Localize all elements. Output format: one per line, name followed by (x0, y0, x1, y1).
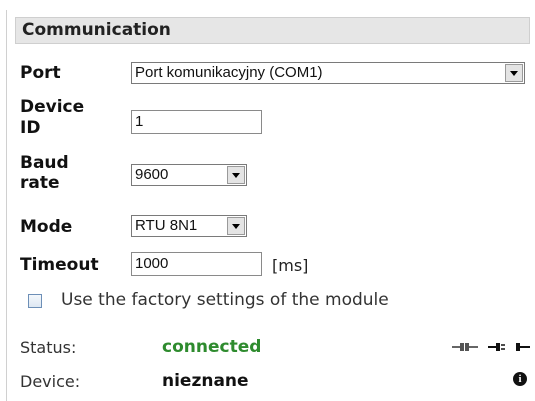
status-value: connected (162, 337, 262, 357)
baud-rate-label-line2: rate (20, 173, 60, 193)
device-id-label-line2: ID (20, 118, 41, 138)
plug-connected-icon[interactable] (452, 342, 478, 352)
device-label: Device: (20, 372, 81, 391)
port-dropdown-arrow-icon[interactable] (505, 64, 523, 82)
port-label: Port (20, 63, 61, 83)
port-select-value: Port komunikacyjny (COM1) (135, 64, 323, 81)
device-id-input-value: 1 (135, 113, 144, 130)
factory-settings-checkbox[interactable] (28, 294, 42, 308)
mode-label: Mode (20, 217, 73, 237)
timeout-label: Timeout (20, 255, 99, 275)
plug-disconnect-icon[interactable] (488, 342, 530, 352)
timeout-input[interactable]: 1000 (131, 252, 262, 276)
device-id-label-line1: Device (20, 97, 85, 117)
device-value: nieznane (162, 371, 249, 391)
baud-rate-select-value: 9600 (135, 166, 169, 183)
timeout-unit: [ms] (272, 256, 309, 275)
section-title: Communication (22, 20, 171, 40)
info-icon[interactable]: i (513, 372, 527, 386)
port-select[interactable]: Port komunikacyjny (COM1) (131, 62, 525, 84)
mode-select-value: RTU 8N1 (135, 217, 198, 234)
device-id-input[interactable]: 1 (131, 110, 262, 134)
factory-settings-label[interactable]: Use the factory settings of the module (61, 290, 389, 310)
baud-rate-select[interactable]: 9600 (131, 164, 247, 186)
baud-rate-dropdown-arrow-icon[interactable] (227, 166, 245, 184)
panel-divider (6, 10, 7, 401)
baud-rate-label-line1: Baud (20, 153, 69, 173)
mode-select[interactable]: RTU 8N1 (131, 215, 247, 237)
timeout-input-value: 1000 (135, 255, 169, 272)
communication-panel: Communication Port Port komunikacyjny (C… (0, 0, 535, 401)
mode-dropdown-arrow-icon[interactable] (227, 217, 245, 235)
status-label: Status: (20, 338, 77, 357)
section-header: Communication (15, 17, 530, 44)
